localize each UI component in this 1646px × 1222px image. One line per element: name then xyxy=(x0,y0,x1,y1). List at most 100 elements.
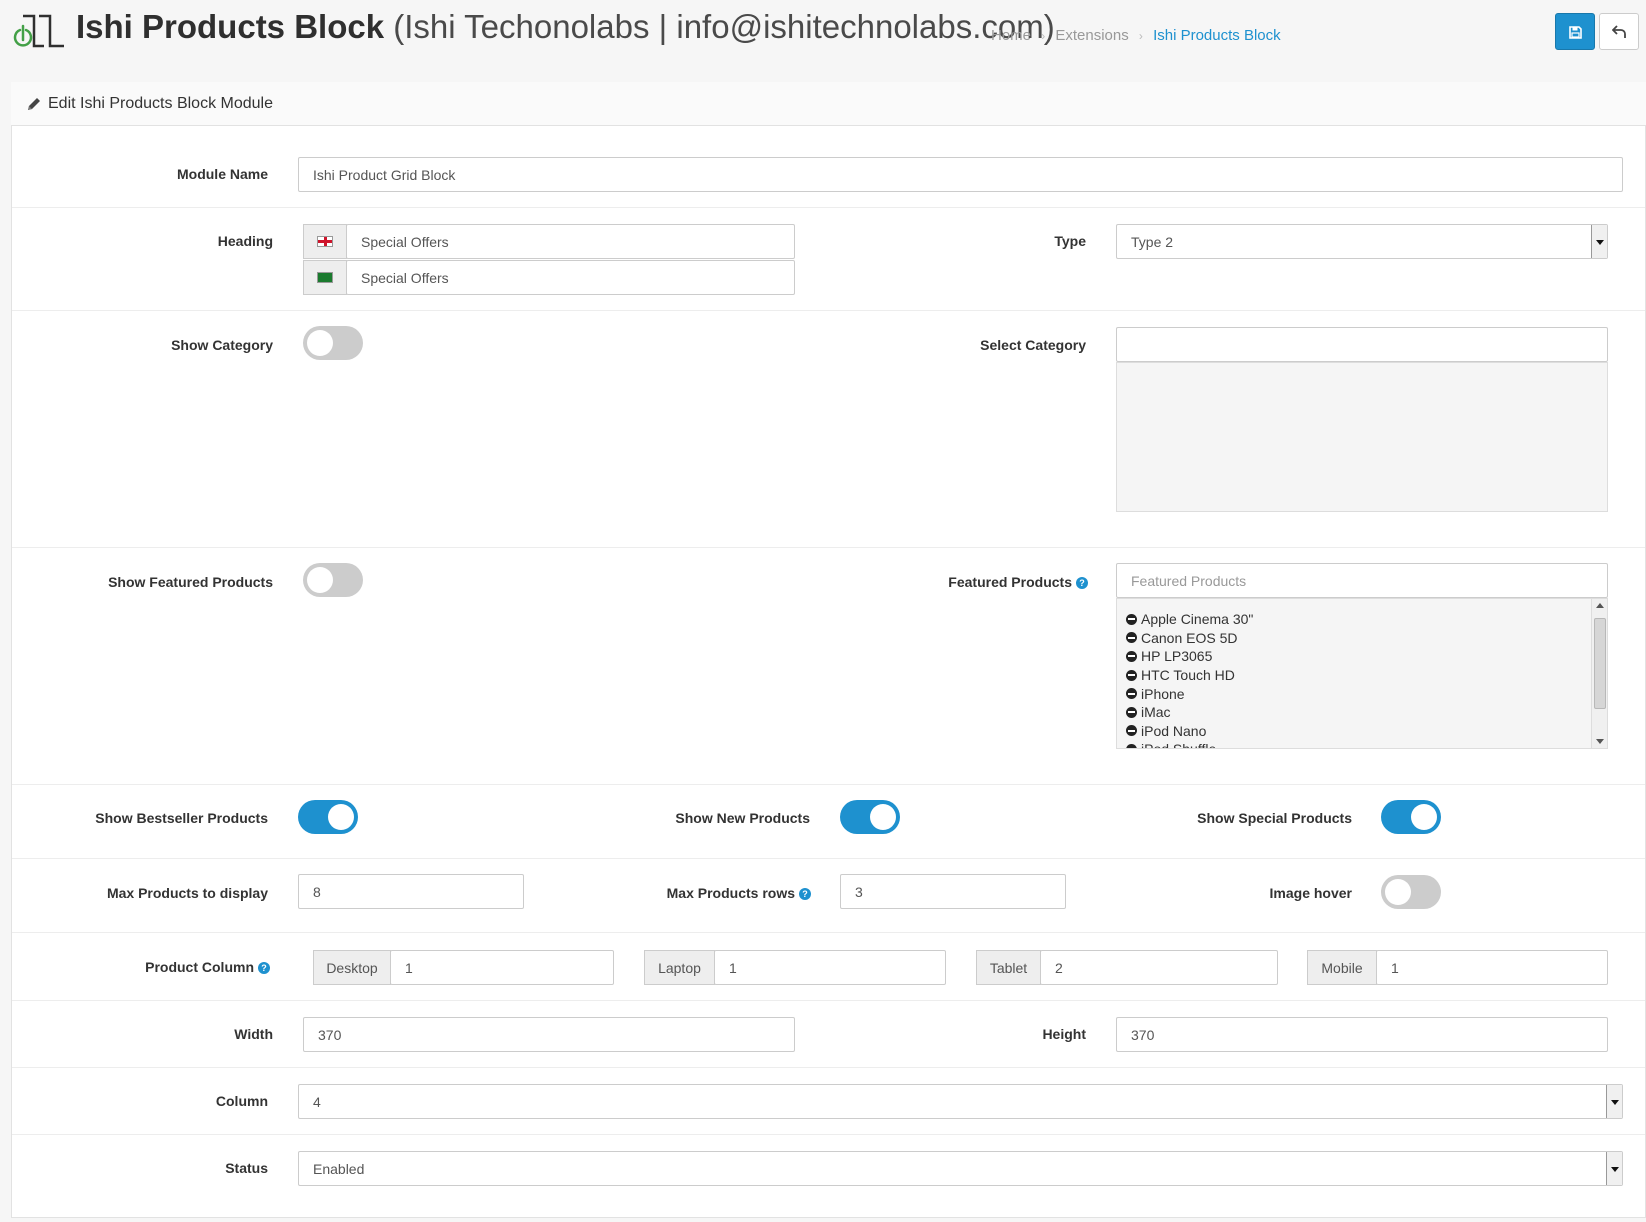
breadcrumb-current[interactable]: Ishi Products Block xyxy=(1153,27,1281,44)
featured-product-name: HP LP3065 xyxy=(1141,648,1213,665)
minus-circle-icon[interactable] xyxy=(1126,632,1137,644)
status-label: Status xyxy=(225,1160,268,1176)
column-select[interactable]: 4 xyxy=(298,1084,1623,1119)
breadcrumb-separator: › xyxy=(1041,29,1046,43)
featured-product-item: HTC Touch HD xyxy=(1126,666,1253,685)
scroll-down-icon[interactable] xyxy=(1596,739,1604,744)
tablet-column-input[interactable]: 2 xyxy=(1040,950,1278,985)
max-rows-input[interactable]: 3 xyxy=(840,874,1066,909)
device-addon-laptop: Laptop xyxy=(644,950,715,985)
minus-circle-icon[interactable] xyxy=(1126,743,1137,748)
show-new-toggle[interactable] xyxy=(840,800,900,834)
module-name-label: Module Name xyxy=(176,166,268,182)
scroll-thumb[interactable] xyxy=(1594,618,1606,709)
type-select-value: Type 2 xyxy=(1131,233,1174,250)
toggle-knob xyxy=(307,567,333,593)
back-button[interactable] xyxy=(1599,13,1639,50)
scroll-up-icon[interactable] xyxy=(1596,603,1604,608)
row-divider xyxy=(12,932,1645,933)
toggle-knob xyxy=(1411,804,1437,830)
ishi-logo-icon xyxy=(13,14,64,48)
flag-gb-icon xyxy=(317,236,333,247)
toggle-knob xyxy=(1385,879,1411,905)
show-featured-toggle[interactable] xyxy=(303,563,363,597)
featured-list-scrollbar[interactable] xyxy=(1591,599,1607,748)
show-bestseller-toggle[interactable] xyxy=(298,800,358,834)
desktop-column-input[interactable]: 1 xyxy=(390,950,614,985)
row-divider xyxy=(12,1000,1645,1001)
featured-product-name: HTC Touch HD xyxy=(1141,667,1235,684)
featured-product-item: Apple Cinema 30" xyxy=(1126,610,1253,629)
featured-products-input[interactable]: Featured Products xyxy=(1116,563,1608,598)
row-divider xyxy=(12,1067,1645,1068)
breadcrumb-home[interactable]: Home xyxy=(991,27,1031,44)
status-select[interactable]: Enabled xyxy=(298,1151,1623,1186)
module-name-input[interactable]: Ishi Product Grid Block xyxy=(298,157,1623,192)
featured-product-name: iMac xyxy=(1141,704,1171,721)
featured-product-item: iPod Nano xyxy=(1126,722,1253,741)
question-circle-icon[interactable]: ? xyxy=(1076,577,1088,589)
featured-product-name: Canon EOS 5D xyxy=(1141,629,1238,646)
chevron-down-icon[interactable] xyxy=(1606,1152,1622,1185)
toggle-knob xyxy=(307,330,333,356)
featured-products-items: Apple Cinema 30" Canon EOS 5D HP LP3065 HTC… xyxy=(1126,610,1253,748)
show-bestseller-label: Show Bestseller Products xyxy=(95,810,268,826)
mobile-column-input[interactable]: 1 xyxy=(1376,950,1608,985)
laptop-column-input[interactable]: 1 xyxy=(714,950,946,985)
heading-input-ar[interactable]: Special Offers xyxy=(346,260,795,295)
save-icon xyxy=(1569,26,1582,39)
image-hover-label: Image hover xyxy=(1269,885,1352,901)
featured-product-item: iPhone xyxy=(1126,684,1253,703)
chevron-down-icon[interactable] xyxy=(1591,225,1607,258)
show-featured-label: Show Featured Products xyxy=(108,574,273,590)
device-addon-tablet: Tablet xyxy=(976,950,1041,985)
image-hover-toggle[interactable] xyxy=(1381,875,1441,909)
page-subtitle: (Ishi Techonolabs | info@ishitechnolabs.… xyxy=(393,8,1055,45)
question-circle-icon[interactable]: ? xyxy=(799,888,811,900)
status-select-value: Enabled xyxy=(313,1160,365,1177)
device-addon-desktop: Desktop xyxy=(313,950,391,985)
show-category-toggle[interactable] xyxy=(303,326,363,360)
width-input[interactable]: 370 xyxy=(303,1017,795,1052)
width-label: Width xyxy=(234,1026,273,1042)
toggle-knob xyxy=(328,804,354,830)
toggle-knob xyxy=(870,804,896,830)
featured-product-name: iPhone xyxy=(1141,685,1185,702)
show-category-label: Show Category xyxy=(171,337,273,353)
max-rows-label: Max Products rows? xyxy=(600,885,811,901)
minus-circle-icon[interactable] xyxy=(1126,650,1137,662)
select-category-input[interactable] xyxy=(1116,327,1608,362)
minus-circle-icon[interactable] xyxy=(1126,706,1137,718)
pencil-icon xyxy=(28,98,40,110)
breadcrumb-separator: › xyxy=(1138,29,1143,43)
save-button[interactable] xyxy=(1555,13,1595,50)
minus-circle-icon[interactable] xyxy=(1126,613,1137,625)
featured-product-name: iPod Nano xyxy=(1141,722,1207,739)
heading-label: Heading xyxy=(217,233,273,249)
product-column-label: Product Column? xyxy=(60,959,270,975)
panel-title: Edit Ishi Products Block Module xyxy=(48,95,273,112)
featured-product-name: iPod Shuffle xyxy=(1141,741,1216,748)
height-input[interactable]: 370 xyxy=(1116,1017,1608,1052)
breadcrumb-extensions[interactable]: Extensions xyxy=(1055,27,1128,44)
featured-products-label: Featured Products? xyxy=(860,574,1088,590)
show-special-toggle[interactable] xyxy=(1381,800,1441,834)
show-new-label: Show New Products xyxy=(675,810,810,826)
row-divider xyxy=(12,547,1645,548)
max-products-input[interactable]: 8 xyxy=(298,874,524,909)
row-divider xyxy=(12,858,1645,859)
minus-circle-icon[interactable] xyxy=(1126,669,1137,681)
minus-circle-icon[interactable] xyxy=(1126,688,1137,700)
height-label: Height xyxy=(1042,1026,1086,1042)
minus-circle-icon[interactable] xyxy=(1126,725,1137,737)
language-addon-en xyxy=(303,224,347,259)
page-title: Ishi Products Block (Ishi Techonolabs | … xyxy=(76,8,1055,45)
row-divider xyxy=(12,310,1645,311)
row-divider xyxy=(12,207,1645,208)
chevron-down-icon[interactable] xyxy=(1606,1085,1622,1118)
featured-product-item: iPod Shuffle xyxy=(1126,740,1253,748)
question-circle-icon[interactable]: ? xyxy=(258,962,270,974)
heading-input-en[interactable]: Special Offers xyxy=(346,224,795,259)
type-select[interactable]: Type 2 xyxy=(1116,224,1608,259)
max-products-label: Max Products to display xyxy=(106,885,268,901)
